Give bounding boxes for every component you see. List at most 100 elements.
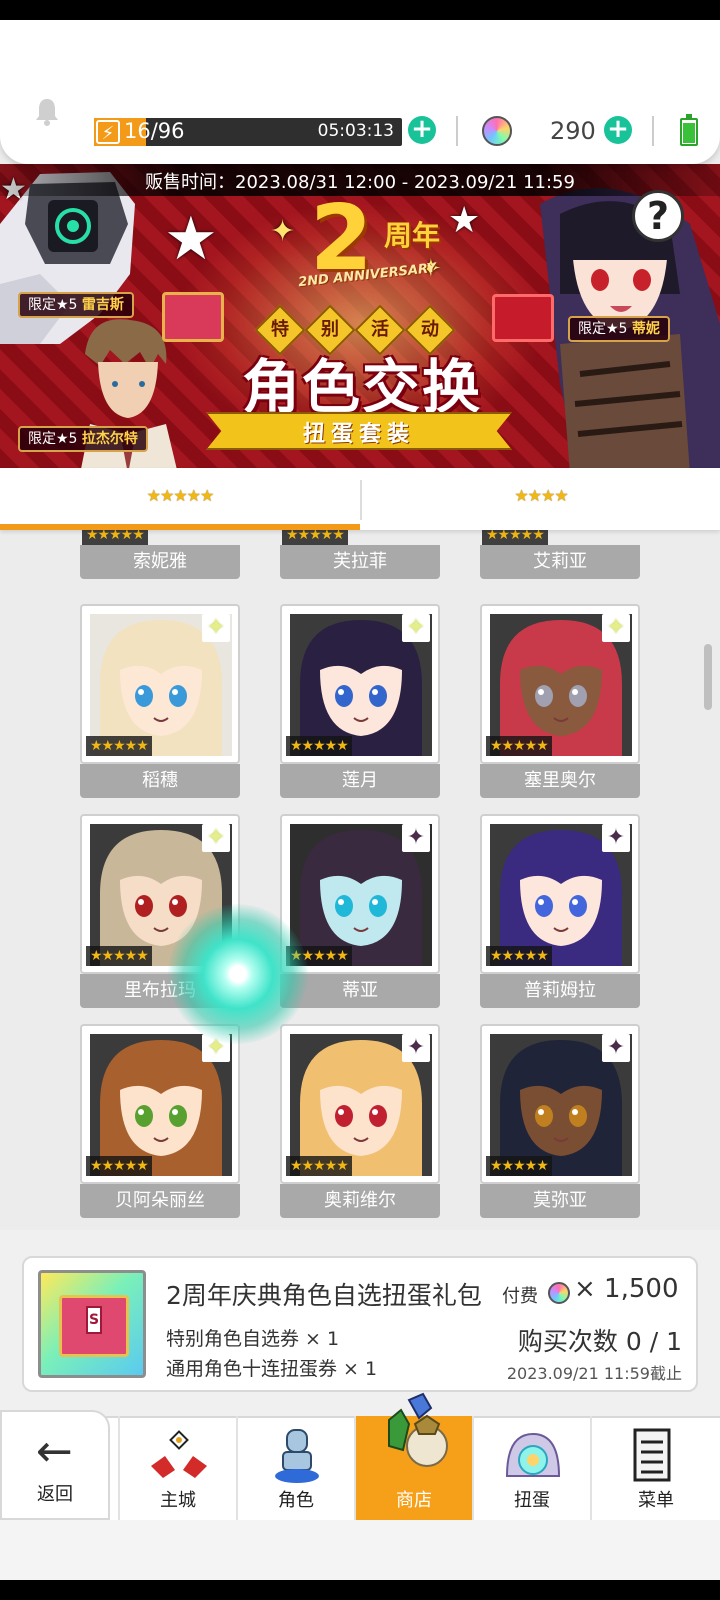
gem-count: 290 <box>550 117 596 145</box>
back-arrow-icon: ← <box>36 1426 73 1477</box>
add-gem-button[interactable]: + <box>604 116 632 144</box>
package-deadline: 2023.09/21 11:59截止 <box>506 1364 682 1383</box>
sparkle-badge-icon: ✦ <box>402 824 430 852</box>
gacha-box-icon <box>492 294 554 342</box>
nav-gacha[interactable]: 扭蛋 <box>472 1416 590 1520</box>
gem-icon <box>482 116 512 146</box>
nav-menu[interactable]: 菜单 <box>590 1416 720 1520</box>
character-card[interactable]: ✦ ★★★★★ 塞里奥尔 <box>480 604 640 798</box>
character-card[interactable]: ✦ ★★★★★ 莲月 <box>280 604 440 798</box>
back-button[interactable]: ← 返回 <box>0 1410 110 1520</box>
nav-label: 主城 <box>160 1490 196 1511</box>
character-portrait-frame: ✦ ★★★★★ <box>480 814 640 974</box>
tag-name: 拉杰尔特 <box>81 431 138 447</box>
package-item: 特别角色自选券 × 1 <box>166 1328 340 1350</box>
add-stamina-button[interactable]: + <box>408 116 436 144</box>
tag-prefix: 限定★5 <box>28 297 78 313</box>
tab-stars: ★★★★ <box>514 486 568 505</box>
nav-label: 扭蛋 <box>514 1490 550 1511</box>
character-card[interactable]: ✦ ★★★★★ 贝阿朵丽丝 <box>80 1024 240 1218</box>
card-stars: ★★★★★ <box>82 530 148 545</box>
bell-icon[interactable] <box>32 96 62 126</box>
character-card[interactable]: ★★★★★ 艾莉亚 <box>480 530 640 579</box>
tap-effect <box>168 904 308 1044</box>
scrollbar[interactable] <box>704 644 712 710</box>
tab-indicator <box>0 524 360 530</box>
card-stars: ★★★★★ <box>286 1156 352 1176</box>
nav-shop[interactable]: 商店 <box>354 1392 472 1520</box>
card-stars: ★★★★★ <box>486 1156 552 1176</box>
nav-label: 角色 <box>278 1490 314 1511</box>
character-card[interactable]: ★★★★★ 芙拉菲 <box>280 530 440 579</box>
divider <box>652 116 654 146</box>
character-name: 莫弥亚 <box>480 1184 640 1218</box>
package-price: × 1,500 <box>574 1274 679 1304</box>
sparkle-badge-icon: ✦ <box>602 824 630 852</box>
card-stars: ★★★★★ <box>86 736 152 756</box>
stamina-timer: 05:03:13 <box>317 121 394 141</box>
divider <box>456 116 458 146</box>
package-title: 2周年庆典角色自选扭蛋礼包 <box>166 1281 482 1310</box>
card-stars: ★★★★★ <box>482 530 548 545</box>
nav-label: 商店 <box>396 1490 432 1511</box>
sparkle-badge-icon: ✦ <box>602 614 630 642</box>
castle-icon <box>151 1430 207 1478</box>
character-tag-razel: 限定★5 拉杰尔特 <box>18 426 148 452</box>
system-nav-bar <box>0 1580 720 1600</box>
tag-prefix: 限定★5 <box>28 431 78 447</box>
anniversary-text: 周年 <box>384 219 441 252</box>
character-name: 塞里奥尔 <box>480 764 640 798</box>
tab-four-star[interactable]: ★★★★ <box>362 468 720 530</box>
package-icon: S <box>38 1270 146 1378</box>
sparkle-badge-icon: ✦ <box>402 614 430 642</box>
nav-castle[interactable]: 主城 <box>118 1416 236 1520</box>
character-portrait-frame: ✦ ★★★★★ <box>480 1024 640 1184</box>
sparkle-badge-icon: ✦ <box>402 1034 430 1062</box>
character-card[interactable]: ✦ ★★★★★ 莫弥亚 <box>480 1024 640 1218</box>
character-name: 艾莉亚 <box>480 545 640 579</box>
tab-five-star[interactable]: ★★★★★ <box>0 468 360 530</box>
pay-label: 付费 <box>502 1286 538 1307</box>
character-card[interactable]: ✦ ★★★★★ 普莉姆拉 <box>480 814 640 1008</box>
character-name: 奥莉维尔 <box>280 1184 440 1218</box>
screen: ⚡ 16/96 05:03:13 + 290 + ★ ★ ✦ ✦ 贩售时间：20… <box>0 0 720 1600</box>
purchase-count: 购买次数 0 / 1 <box>517 1327 682 1356</box>
package-card[interactable]: S 2周年庆典角色自选扭蛋礼包 付费 × 1,500 特别角色自选券 × 1 通… <box>22 1256 698 1392</box>
sparkle-badge-icon: ✦ <box>202 824 230 852</box>
help-button[interactable]: ? <box>632 190 684 242</box>
battery-icon <box>680 114 698 146</box>
tag-name: 雷吉斯 <box>81 297 124 313</box>
character-card[interactable]: ★★★★★ 索妮雅 <box>80 530 240 579</box>
tag-name: 蒂妮 <box>631 321 660 337</box>
envelope-icon: S <box>59 1295 129 1357</box>
package-item: 通用角色十连扭蛋券 × 1 <box>166 1358 378 1380</box>
star-decoration: ★ <box>448 200 481 241</box>
character-portrait-frame: ✦ ★★★★★ <box>80 604 240 764</box>
back-label: 返回 <box>37 1484 73 1505</box>
character-portrait-frame: ✦ ★★★★★ <box>80 1024 240 1184</box>
banner-title: 角色交换 <box>241 353 482 421</box>
card-stars: ★★★★★ <box>282 530 348 545</box>
card-stars: ★★★★★ <box>286 736 352 756</box>
card-stars: ★★★★★ <box>486 736 552 756</box>
rarity-tabs: ★★★★★ ★★★★ <box>0 468 720 530</box>
character-tag-reiji: 限定★5 雷吉斯 <box>18 292 134 318</box>
nav-character[interactable]: 角色 <box>236 1416 354 1520</box>
sparkle-badge-icon: ✦ <box>602 1034 630 1062</box>
character-card[interactable]: ✦ ★★★★★ 稻穗 <box>80 604 240 798</box>
sparkle-badge-icon: ✦ <box>202 614 230 642</box>
character-grid: ★★★★★ 索妮雅 ★★★★★ 芙拉菲 ★★★★★ 艾莉亚 ✦ ★★★★★ 稻穗 ✦ ★… <box>0 530 720 1230</box>
character-name: 莲月 <box>280 764 440 798</box>
character-name: 稻穗 <box>80 764 240 798</box>
stamina-value: 16/96 <box>124 119 185 143</box>
character-card[interactable]: ✦ ★★★★★ 奥莉维尔 <box>280 1024 440 1218</box>
event-banner[interactable]: ★ ★ ★ ✦ ✦ 贩售时间：2023.08/31 12:00 - 2023.0… <box>0 164 720 468</box>
shop-icon <box>388 1392 448 1467</box>
tab-stars: ★★★★★ <box>146 486 215 505</box>
stamina-bar: ⚡ 16/96 05:03:13 <box>94 118 402 146</box>
character-name: 普莉姆拉 <box>480 974 640 1008</box>
status-bar <box>0 0 720 20</box>
gesture-area <box>0 1520 720 1580</box>
envelope-icon <box>162 292 224 342</box>
character-portrait-frame: ✦ ★★★★★ <box>480 604 640 764</box>
